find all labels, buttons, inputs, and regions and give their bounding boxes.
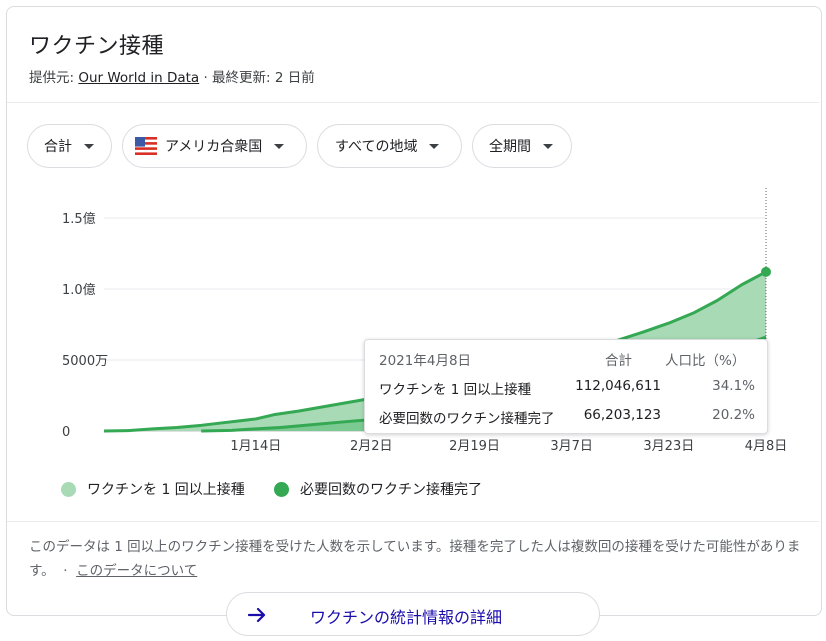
legend-swatch <box>274 481 289 497</box>
tooltip-row-total: 66,203,123 <box>583 407 661 423</box>
arrow-right-icon <box>247 607 266 623</box>
y-tick-label: 0 <box>62 425 70 440</box>
legend-item-first-dose[interactable]: ワクチンを 1 回以上接種 <box>61 479 245 499</box>
vaccine-stats-details-button[interactable]: ワクチンの統計情報の詳細 <box>226 592 600 636</box>
y-tick-label: 1.0億 <box>62 282 96 298</box>
tooltip-date: 2021年4月8日 <box>379 353 472 369</box>
tooltip-row-pct: 20.2% <box>712 407 755 423</box>
tooltip-row-pct: 34.1% <box>712 378 755 394</box>
tooltip-col-total: 合計 <box>605 353 632 369</box>
chart-tooltip: 2021年4月8日 合計 人口比（%） ワクチンを 1 回以上接種 112,04… <box>364 339 768 434</box>
x-tick-label: 4月8日 <box>745 439 788 454</box>
x-tick-label: 3月7日 <box>550 439 593 454</box>
tooltip-col-pct: 人口比（%） <box>665 353 746 369</box>
data-note: このデータは 1 回以上のワクチン接種を受けた人数を示しています。接種を完了した… <box>29 535 809 583</box>
x-tick-label: 2月2日 <box>350 439 393 454</box>
legend-label: ワクチンを 1 回以上接種 <box>87 482 245 498</box>
vaccine-stats-details-label: ワクチンの統計情報の詳細 <box>310 608 503 627</box>
about-data-link[interactable]: このデータについて <box>76 563 197 579</box>
legend-item-fully-vaccinated[interactable]: 必要回数のワクチン接種完了 <box>274 479 482 499</box>
tooltip-row-label: 必要回数のワクチン接種完了 <box>379 411 555 427</box>
note-divider <box>7 521 819 522</box>
note-separator: · <box>58 563 72 579</box>
hover-point <box>761 266 771 277</box>
x-tick-label: 1月14日 <box>230 439 281 454</box>
x-tick-label: 3月23日 <box>643 439 694 454</box>
x-tick-label: 2月19日 <box>449 439 500 454</box>
tooltip-row-total: 112,046,611 <box>575 378 661 394</box>
y-tick-label: 5000万 <box>62 354 108 369</box>
legend-swatch <box>61 481 76 497</box>
y-tick-label: 1.5億 <box>62 211 96 227</box>
tooltip-row-label: ワクチンを 1 回以上接種 <box>379 382 532 398</box>
legend-label: 必要回数のワクチン接種完了 <box>300 482 482 498</box>
